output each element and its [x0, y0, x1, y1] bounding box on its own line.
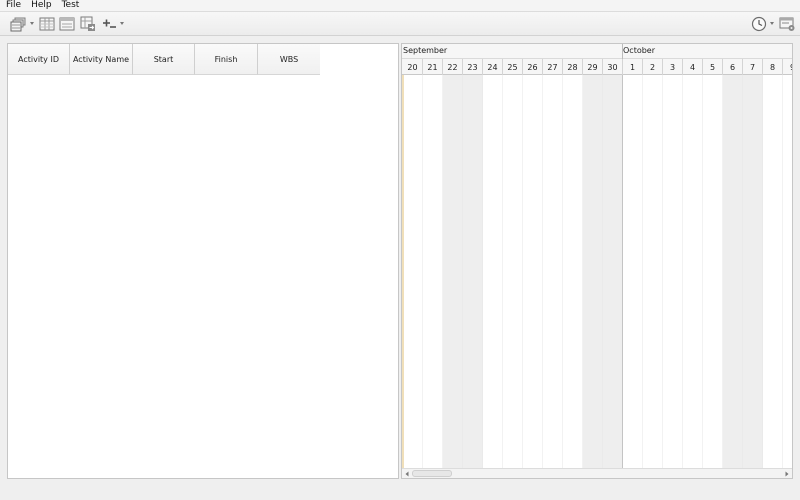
day-header-cell: 2 — [643, 59, 663, 75]
gantt-horizontal-scrollbar[interactable] — [402, 468, 792, 478]
column-header-wbs[interactable]: WBS — [258, 44, 320, 75]
day-header-cell: 24 — [483, 59, 503, 75]
clock-dropdown-arrow-icon[interactable] — [769, 21, 775, 27]
day-header-cell: 1 — [623, 59, 643, 75]
layers-icon[interactable] — [9, 16, 27, 32]
day-column — [683, 75, 703, 469]
day-column — [403, 75, 423, 469]
table-header: Activity ID Activity Name Start Finish W… — [8, 44, 320, 75]
column-header-finish[interactable]: Finish — [195, 44, 258, 75]
day-header-cell: 7 — [743, 59, 763, 75]
weekend-column — [743, 75, 763, 469]
day-column — [563, 75, 583, 469]
add-remove-dropdown-arrow-icon[interactable] — [119, 21, 125, 27]
day-column — [763, 75, 783, 469]
day-column — [783, 75, 792, 469]
day-header-cell: 28 — [563, 59, 583, 75]
day-column — [503, 75, 523, 469]
day-column — [423, 75, 443, 469]
day-header-cell: 9 — [783, 59, 792, 75]
day-header-cell: 3 — [663, 59, 683, 75]
column-header-activity-id[interactable]: Activity ID — [8, 44, 70, 75]
day-header-cell: 30 — [603, 59, 623, 75]
weekend-column — [443, 75, 463, 469]
day-header-cell: 23 — [463, 59, 483, 75]
day-column — [543, 75, 563, 469]
day-column — [623, 75, 643, 469]
add-remove-icon[interactable] — [100, 16, 118, 32]
day-header-cell: 4 — [683, 59, 703, 75]
weekend-column — [603, 75, 623, 469]
day-header-cell: 26 — [523, 59, 543, 75]
activity-table: Activity ID Activity Name Start Finish W… — [7, 43, 399, 479]
day-column — [663, 75, 683, 469]
day-header-cell: 25 — [503, 59, 523, 75]
gantt-day-row: 2021222324252627282930123456789 — [402, 59, 792, 75]
day-header-cell: 27 — [543, 59, 563, 75]
scroll-left-arrow-icon[interactable] — [403, 470, 411, 478]
scroll-right-arrow-icon[interactable] — [783, 470, 791, 478]
day-header-cell: 5 — [703, 59, 723, 75]
day-column — [483, 75, 503, 469]
gantt-chart: September October 20 21 22 23 24 25 26 27 28 29 30… — [401, 43, 793, 479]
table-export-icon[interactable] — [79, 16, 97, 32]
today-marker — [402, 75, 404, 469]
menu-bar: File Help Test — [0, 0, 800, 11]
calendar-icon[interactable] — [58, 16, 76, 32]
weekend-column — [723, 75, 743, 469]
day-header-cell: 8 — [763, 59, 783, 75]
layers-dropdown-arrow-icon[interactable] — [29, 21, 35, 27]
month-label-october: October — [623, 46, 656, 55]
table-columns-icon[interactable] — [38, 16, 56, 32]
column-header-activity-name[interactable]: Activity Name — [70, 44, 133, 75]
menu-help[interactable]: Help — [25, 0, 56, 11]
weekend-column — [583, 75, 603, 469]
day-header-cell: 21 — [423, 59, 443, 75]
day-header-cell: 20 — [403, 59, 423, 75]
clock-icon[interactable] — [750, 16, 768, 32]
gantt-settings-icon[interactable] — [778, 16, 796, 32]
day-column — [703, 75, 723, 469]
day-header-cell: 22 — [443, 59, 463, 75]
month-boundary-line — [622, 75, 623, 469]
table-body[interactable] — [8, 75, 398, 478]
day-column — [523, 75, 543, 469]
day-column — [643, 75, 663, 469]
column-header-start[interactable]: Start — [133, 44, 195, 75]
menu-test[interactable]: Test — [56, 0, 84, 11]
weekend-column — [463, 75, 483, 469]
month-label-september: September — [403, 46, 448, 55]
gantt-body[interactable] — [402, 75, 792, 469]
menu-file[interactable]: File — [0, 0, 25, 11]
toolbar — [0, 11, 800, 36]
scrollbar-thumb[interactable] — [412, 470, 452, 477]
day-header-cell: 29 — [583, 59, 603, 75]
gantt-month-row: September October — [402, 44, 792, 59]
day-header-cell: 6 — [723, 59, 743, 75]
